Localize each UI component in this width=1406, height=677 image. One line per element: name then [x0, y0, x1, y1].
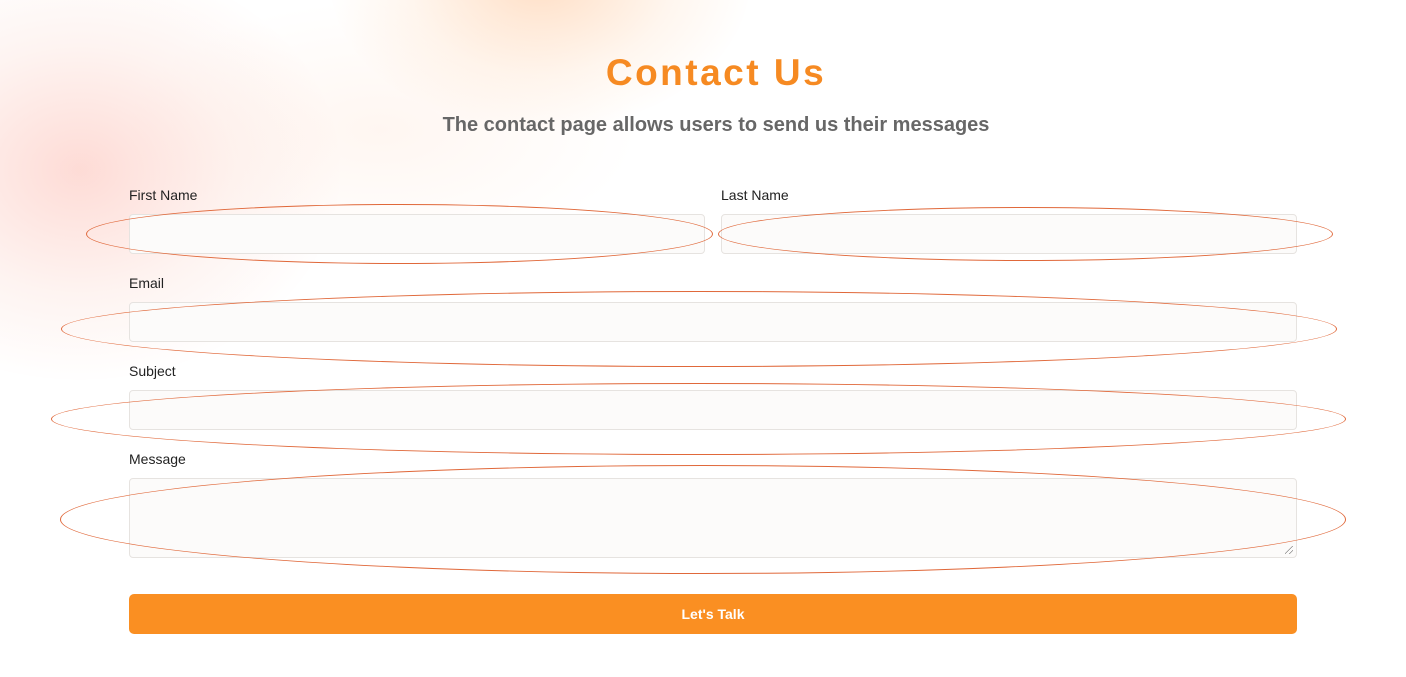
resize-handle-icon[interactable] — [1285, 546, 1293, 554]
page-title: Contact Us — [605, 52, 827, 93]
email-label: Email — [129, 275, 165, 291]
first-name-input[interactable] — [129, 214, 705, 254]
message-label: Message — [129, 451, 186, 467]
last-name-input[interactable] — [721, 214, 1297, 254]
message-textarea[interactable] — [129, 478, 1297, 558]
last-name-label: Last Name — [721, 187, 789, 203]
contact-page: Contact Us The contact page allows users… — [0, 0, 1406, 677]
page-subtitle: The contact page allows users to send us… — [442, 114, 990, 136]
subject-label: Subject — [129, 363, 176, 379]
first-name-label: First Name — [129, 187, 198, 203]
email-input[interactable] — [129, 302, 1297, 342]
lets-talk-button[interactable]: Let's Talk — [129, 594, 1297, 634]
subject-input[interactable] — [129, 390, 1297, 430]
